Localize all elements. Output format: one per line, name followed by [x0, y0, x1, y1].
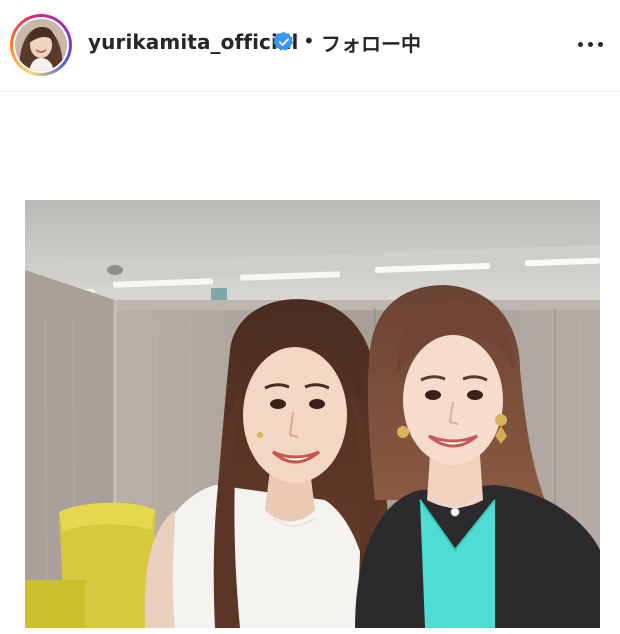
photo-two-women-selfie: [25, 200, 600, 628]
post-header: yurikamita_official • フォロー中: [0, 0, 620, 92]
separator-dot: •: [303, 29, 315, 53]
avatar[interactable]: [13, 17, 69, 73]
more-dot: [598, 42, 603, 47]
avatar-photo: [15, 19, 67, 71]
more-dot: [588, 42, 593, 47]
story-ring[interactable]: [10, 14, 72, 76]
following-button[interactable]: フォロー中: [321, 28, 421, 57]
more-horizontal-icon[interactable]: [574, 30, 608, 58]
username-link[interactable]: yurikamita_official: [88, 30, 299, 54]
verified-badge-icon: [273, 31, 294, 51]
post-photo[interactable]: [25, 200, 600, 628]
more-dot: [578, 42, 583, 47]
